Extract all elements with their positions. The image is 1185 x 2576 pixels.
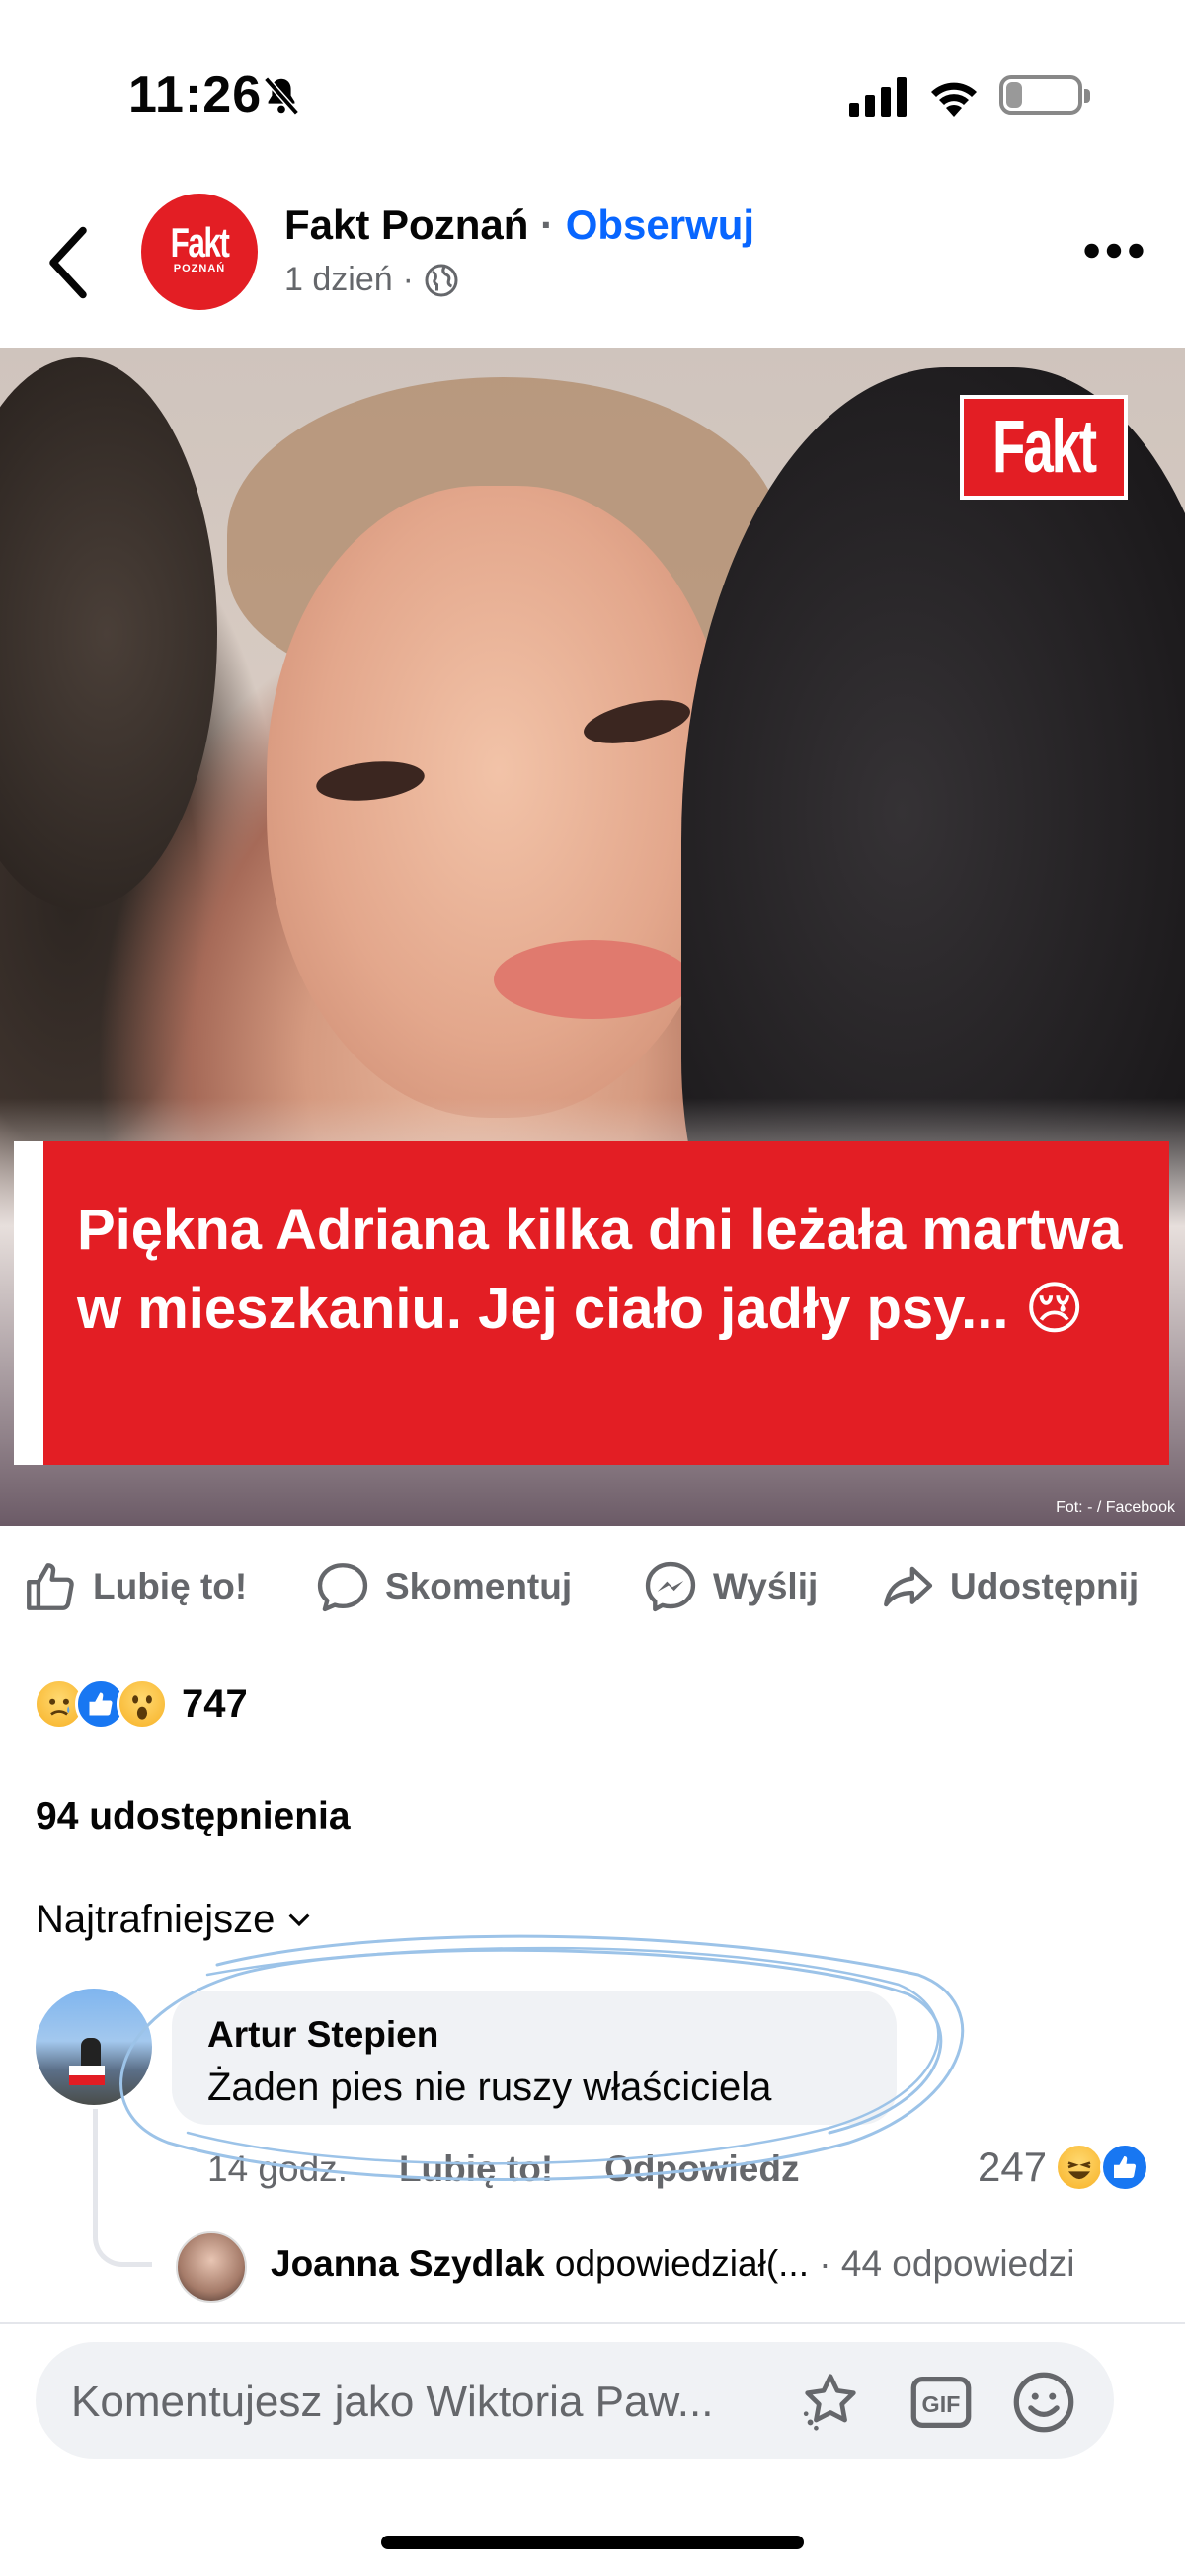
comment-meta: 14 godz. Lubię to! Odpowiedz: [207, 2148, 799, 2190]
reply-count: 44 odpowiedzi: [840, 2243, 1075, 2284]
reply-action: odpowiedział(...: [554, 2243, 809, 2284]
svg-text:GIF: GIF: [922, 2391, 961, 2417]
reply-separator: ·: [819, 2243, 831, 2284]
page-name[interactable]: Fakt Poznań: [284, 201, 528, 248]
status-time: 11:26: [128, 66, 263, 123]
reaction-count: 747: [182, 1681, 248, 1726]
comment-author[interactable]: Artur Stepien: [207, 2014, 861, 2056]
share-label: Udostępnij: [950, 1566, 1140, 1606]
shares-count[interactable]: 94 udostępnienia: [36, 1795, 351, 1838]
reply-author: Joanna Szydlak: [271, 2243, 545, 2284]
comment-reaction-count: 247: [978, 2144, 1048, 2190]
chevron-down-icon: [288, 1912, 310, 1926]
like-label: Lubię to!: [93, 1566, 248, 1606]
meta-separator: ·: [402, 261, 414, 298]
battery-percent: 21: [1026, 80, 1056, 110]
headline-banner: Piękna Adriana kilka dni leżała martwa w…: [14, 1141, 1169, 1465]
thumbs-up-icon: [27, 1563, 74, 1610]
wow-reaction-icon: [117, 1678, 168, 1730]
post-meta: 1 dzień ·: [284, 261, 459, 299]
fakt-logo: Fakt: [960, 395, 1128, 500]
title-separator: ·: [540, 201, 555, 248]
reply-preview[interactable]: Joanna Szydlak odpowiedział(... · 44 odp…: [271, 2243, 1074, 2285]
comment-bubble-icon: [317, 1563, 368, 1612]
commenter-avatar[interactable]: [36, 1989, 152, 2105]
like-button[interactable]: Lubię to!: [22, 1558, 247, 1615]
avatar-flag-red: [69, 2075, 105, 2085]
more-options-icon[interactable]: [1082, 239, 1146, 263]
wifi-icon: [931, 82, 977, 117]
composer-divider: [0, 2322, 1185, 2324]
post-header: Fakt POZNAŃ Fakt Poznań · Obserwuj 1 dzi…: [0, 188, 1185, 346]
post-action-bar: Lubię to! Skomentuj Wyślij Udostępnij: [0, 1540, 1185, 1629]
bell-muted-icon: [264, 76, 299, 116]
haha-reaction-icon: [1055, 2143, 1105, 2192]
post-time[interactable]: 1 dzień: [284, 261, 393, 299]
battery-icon: 21: [999, 75, 1090, 115]
comment-reactions[interactable]: 247: [978, 2143, 1150, 2192]
comment-time[interactable]: 14 godz.: [207, 2148, 348, 2190]
sort-label: Najtrafniejsze: [36, 1898, 276, 1941]
fakt-logo-text: Fakt: [992, 405, 1097, 489]
comment-sort-dropdown[interactable]: Najtrafniejsze: [36, 1898, 310, 1942]
like-reaction-icon-small: [1100, 2143, 1150, 2192]
comment-bubble[interactable]: Artur Stepien Żaden pies nie ruszy właśc…: [172, 1991, 897, 2125]
send-label: Wyślij: [713, 1566, 819, 1606]
gif-icon[interactable]: GIF: [907, 2368, 976, 2437]
headline-text: Piękna Adriana kilka dni leżała martwa w…: [77, 1198, 1123, 1341]
messenger-icon: [645, 1561, 696, 1612]
comment-composer[interactable]: Komentujesz jako Wiktoria Paw... GIF: [36, 2342, 1114, 2459]
reaction-summary[interactable]: 747: [34, 1675, 248, 1734]
comment-button[interactable]: Skomentuj: [314, 1558, 572, 1615]
image-dog-left: [0, 357, 217, 910]
photo-credit: Fot: - / Facebook: [1056, 1499, 1175, 1516]
comment-label: Skomentuj: [385, 1566, 573, 1606]
comment-text: Żaden pies nie ruszy właściciela: [207, 2066, 772, 2109]
status-bar: 11:26 21: [0, 0, 1185, 188]
avatar-flag-white: [69, 2066, 105, 2075]
image-face: [267, 486, 731, 1118]
globe-icon: [425, 264, 458, 296]
comment-reply-button[interactable]: Odpowiedz: [604, 2148, 799, 2190]
image-lips: [494, 940, 691, 1019]
cellular-signal-icon: [849, 77, 907, 117]
thread-line: [93, 2109, 152, 2267]
battery-cap: [1084, 89, 1090, 103]
send-button[interactable]: Wyślij: [642, 1558, 818, 1615]
page-avatar[interactable]: Fakt POZNAŃ: [141, 194, 258, 310]
share-arrow-icon: [884, 1566, 933, 1607]
page-title-line: Fakt Poznań · Obserwuj: [284, 201, 754, 249]
share-button[interactable]: Udostępnij: [879, 1558, 1139, 1615]
reply-avatar[interactable]: [176, 2231, 247, 2303]
comment-input[interactable]: Komentujesz jako Wiktoria Paw...: [71, 2378, 713, 2427]
avatar-sticker-icon[interactable]: [796, 2368, 865, 2437]
emoji-smile-icon[interactable]: [1009, 2368, 1078, 2437]
post-image[interactable]: Fakt Piękna Adriana kilka dni leżała mar…: [0, 348, 1185, 1526]
follow-button[interactable]: Obserwuj: [566, 201, 754, 248]
avatar-logo-text: Fakt: [170, 219, 230, 266]
home-indicator[interactable]: [381, 2536, 804, 2549]
back-icon[interactable]: [43, 223, 93, 302]
comment-like-button[interactable]: Lubię to!: [399, 2148, 553, 2190]
